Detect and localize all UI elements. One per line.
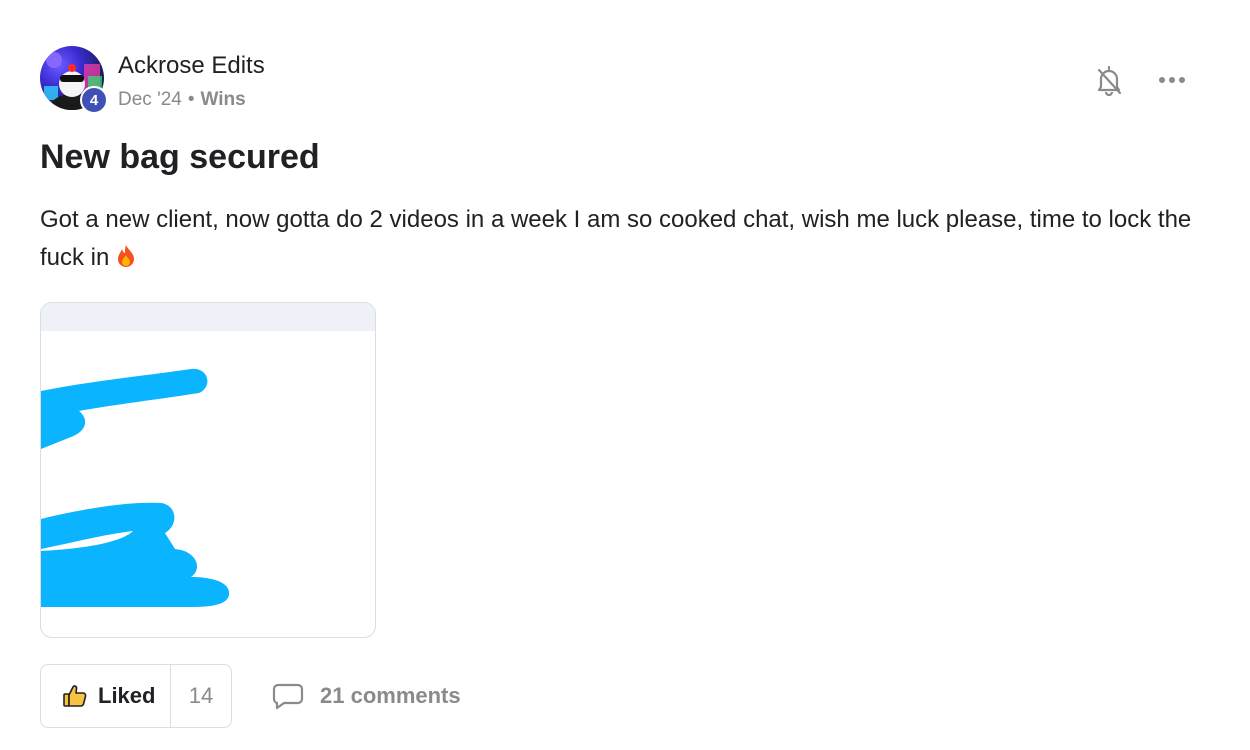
level-badge: 4 — [80, 86, 108, 114]
post-body: Got a new client, now gotta do 2 videos … — [40, 201, 1210, 280]
like-label: Liked — [98, 683, 156, 708]
like-button[interactable]: Liked — [41, 665, 170, 727]
like-count[interactable]: 14 — [170, 665, 231, 727]
redacted-screenshot-thumbnail — [41, 303, 375, 607]
like-control: Liked 14 — [40, 664, 232, 728]
author-name[interactable]: Ackrose Edits — [118, 52, 265, 80]
post-attachment-image[interactable] — [40, 302, 376, 638]
more-options-button[interactable] — [1152, 66, 1192, 94]
meta-separator: • — [187, 89, 195, 110]
notifications-toggle-button[interactable] — [1092, 62, 1126, 98]
post-date[interactable]: Dec '24 — [118, 89, 182, 110]
thumbs-up-icon — [63, 685, 87, 707]
post-category[interactable]: Wins — [200, 89, 245, 110]
post-meta: Dec '24 • Wins — [118, 89, 246, 111]
comments-label: 21 comments — [320, 683, 461, 708]
post-title: New bag secured — [40, 138, 320, 176]
comments-button[interactable]: 21 comments — [272, 677, 461, 715]
bell-off-icon — [1097, 65, 1122, 96]
comment-icon — [272, 683, 304, 710]
fire-icon — [115, 242, 137, 280]
post-card: 4 Ackrose Edits Dec '24 • Wins New bag sec… — [0, 0, 1250, 750]
more-options-icon — [1159, 77, 1185, 83]
post-body-text: Got a new client, now gotta do 2 videos … — [40, 206, 1192, 271]
